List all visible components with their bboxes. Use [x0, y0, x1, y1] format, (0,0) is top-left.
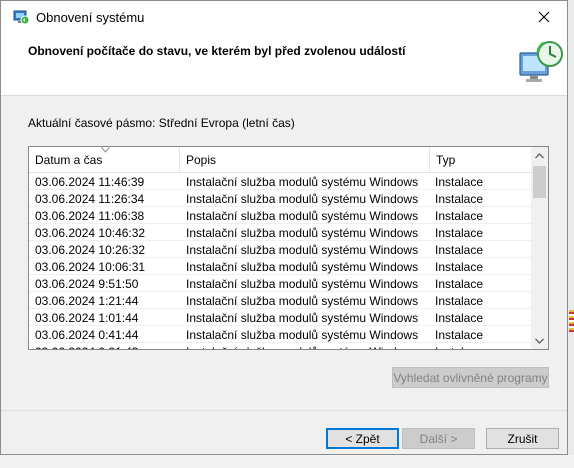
- table-row[interactable]: 03.06.2024 1:01:44 Instalační služba modu…: [29, 309, 531, 326]
- type-cell: Instalace: [435, 345, 483, 349]
- date-cell: 03.06.2024 1:21:44: [35, 294, 139, 308]
- desktop-edge-right: [568, 0, 574, 468]
- description-cell: Instalační služba modulů systému Windows: [186, 243, 419, 257]
- table-row[interactable]: 03.06.2024 10:26:32 Instalační služba mod…: [29, 241, 531, 258]
- table-row[interactable]: 03.06.2024 10:06:31 Instalační služba mod…: [29, 258, 531, 275]
- close-button[interactable]: [521, 1, 567, 33]
- type-cell: Instalace: [435, 328, 484, 342]
- type-cell: Instalace: [435, 260, 484, 274]
- table-row[interactable]: 03.06.2024 11:26:34 Instalační služba mod…: [29, 190, 531, 207]
- date-cell: 03.06.2024 10:06:31: [35, 260, 146, 274]
- date-cell: 03.06.2024 9:51:50: [35, 277, 139, 291]
- type-cell: Instalace: [435, 209, 484, 223]
- wizard-header: Obnovení počítače do stavu, ve kterém by…: [1, 33, 567, 96]
- date-cell: 03.06.2024 11:06:38: [35, 209, 145, 223]
- chevron-down-icon: [535, 338, 544, 344]
- column-header-label: Popis: [186, 153, 217, 167]
- scroll-down-button[interactable]: [531, 332, 548, 349]
- list-rows: 03.06.2024 11:46:39 Instalační služba mod…: [29, 173, 531, 349]
- table-row[interactable]: 03.06.2024 11:46:39 Instalační služba mod…: [29, 173, 531, 190]
- column-header-type[interactable]: Typ: [430, 147, 531, 172]
- description-cell: Instalační služba modulů systému Windows: [186, 345, 418, 349]
- system-restore-large-icon: [519, 41, 563, 82]
- scroll-thumb[interactable]: [533, 166, 546, 198]
- table-row[interactable]: 03.06.2024 0:21:43 Instalační služba modu…: [29, 343, 531, 349]
- scroll-up-button[interactable]: [531, 147, 548, 164]
- date-cell: 03.06.2024 11:46:39: [35, 175, 145, 189]
- date-cell: 03.06.2024 0:21:43: [35, 345, 138, 349]
- description-cell: Instalační služba modulů systému Windows: [186, 226, 419, 240]
- description-cell: Instalační služba modulů systému Windows: [186, 311, 419, 325]
- close-icon: [538, 11, 550, 23]
- description-cell: Instalační služba modulů systému Windows: [186, 192, 419, 206]
- type-cell: Instalace: [435, 226, 484, 240]
- table-row[interactable]: 03.06.2024 1:21:44 Instalační služba modu…: [29, 292, 531, 309]
- system-restore-window: Obnovení systému Obnovení počítače do st…: [0, 0, 568, 455]
- next-button[interactable]: Další >: [402, 428, 475, 449]
- desktop-edge-bottom: [0, 455, 574, 468]
- type-cell: Instalace: [435, 294, 484, 308]
- date-cell: 03.06.2024 11:26:34: [35, 192, 145, 206]
- type-cell: Instalace: [435, 243, 484, 257]
- chevron-up-icon: [535, 152, 544, 158]
- restore-points-list[interactable]: Datum a čas Popis Typ 03.06.2024 11:46:3…: [28, 146, 549, 350]
- cancel-button[interactable]: Zrušit: [486, 428, 559, 449]
- date-cell: 03.06.2024 1:01:44: [35, 311, 139, 325]
- list-header: Datum a čas Popis Typ: [29, 147, 531, 173]
- date-cell: 03.06.2024 10:46:32: [35, 226, 146, 240]
- table-row[interactable]: 03.06.2024 0:41:44 Instalační služba modu…: [29, 326, 531, 343]
- description-cell: Instalační služba modulů systému Windows: [186, 260, 419, 274]
- description-cell: Instalační služba modulů systému Windows: [186, 209, 419, 223]
- description-cell: Instalační služba modulů systému Windows: [186, 277, 419, 291]
- type-cell: Instalace: [435, 175, 484, 189]
- desktop-background-fragment: [569, 310, 574, 332]
- back-button[interactable]: < Zpět: [326, 428, 399, 449]
- type-cell: Instalace: [435, 311, 484, 325]
- sort-descending-icon: [101, 147, 110, 153]
- page-heading: Obnovení počítače do stavu, ve kterém by…: [28, 44, 406, 58]
- date-cell: 03.06.2024 0:41:44: [35, 328, 139, 342]
- date-cell: 03.06.2024 10:26:32: [35, 243, 146, 257]
- column-header-date[interactable]: Datum a čas: [29, 147, 180, 172]
- window-title: Obnovení systému: [36, 10, 145, 25]
- column-header-description[interactable]: Popis: [180, 147, 430, 172]
- column-header-label: Datum a čas: [35, 153, 103, 167]
- description-cell: Instalační služba modulů systému Windows: [186, 175, 419, 189]
- title-bar[interactable]: Obnovení systému: [1, 1, 567, 33]
- system-restore-icon: [13, 10, 30, 25]
- table-row[interactable]: 03.06.2024 11:06:38 Instalační služba mod…: [29, 207, 531, 224]
- description-cell: Instalační služba modulů systému Windows: [186, 328, 419, 342]
- table-row[interactable]: 03.06.2024 10:46:32 Instalační služba mod…: [29, 224, 531, 241]
- type-cell: Instalace: [435, 277, 484, 291]
- column-header-label: Typ: [436, 153, 456, 167]
- scan-affected-programs-button[interactable]: Vyhledat ovlivněné programy: [392, 367, 549, 388]
- table-row[interactable]: 03.06.2024 9:51:50 Instalační služba modu…: [29, 275, 531, 292]
- description-cell: Instalační služba modulů systému Windows: [186, 294, 419, 308]
- vertical-scrollbar[interactable]: [531, 147, 548, 349]
- type-cell: Instalace: [435, 192, 484, 206]
- timezone-label: Aktuální časové pásmo: Střední Evropa (l…: [28, 116, 295, 130]
- footer-divider: [1, 410, 567, 411]
